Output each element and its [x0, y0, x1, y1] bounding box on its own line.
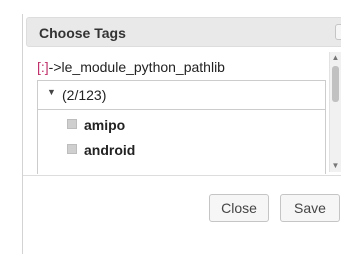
tag-tree-root[interactable]: ▼ (2/123) — [37, 80, 326, 110]
tag-checkbox-icon[interactable] — [67, 119, 77, 129]
path-prefix: [:] — [37, 59, 49, 75]
close-button[interactable]: Close — [209, 194, 269, 222]
tag-count: (2/123) — [62, 87, 107, 103]
dialog-button-pane: Close Save — [23, 175, 341, 256]
scroll-up-icon[interactable]: ▲ — [330, 52, 341, 64]
dialog-content: [:]->le_module_python_pathlib ▼ (2/123) … — [23, 50, 341, 174]
choose-tags-dialog: Choose Tags [:]->le_module_python_pathli… — [22, 14, 341, 254]
scroll-down-icon[interactable]: ▼ — [330, 160, 341, 172]
collapse-toggle-icon[interactable]: ▼ — [47, 87, 56, 97]
vertical-scrollbar[interactable]: ▲ ▼ — [329, 52, 341, 172]
list-item[interactable]: amipo — [67, 117, 125, 137]
tag-checkbox-icon[interactable] — [67, 144, 77, 154]
list-item[interactable]: android — [67, 142, 135, 162]
save-button[interactable]: Save — [280, 194, 340, 222]
dialog-close-icon[interactable] — [335, 24, 341, 40]
tag-path: [:]->le_module_python_pathlib — [37, 59, 225, 75]
scroll-thumb[interactable] — [332, 66, 339, 102]
tag-label: android — [84, 142, 136, 158]
dialog-title: Choose Tags — [39, 25, 126, 41]
tag-label: amipo — [84, 117, 126, 133]
path-text: ->le_module_python_pathlib — [48, 59, 225, 75]
tag-list: amipo android — [37, 109, 326, 174]
dialog-title-bar[interactable]: Choose Tags — [26, 17, 341, 47]
